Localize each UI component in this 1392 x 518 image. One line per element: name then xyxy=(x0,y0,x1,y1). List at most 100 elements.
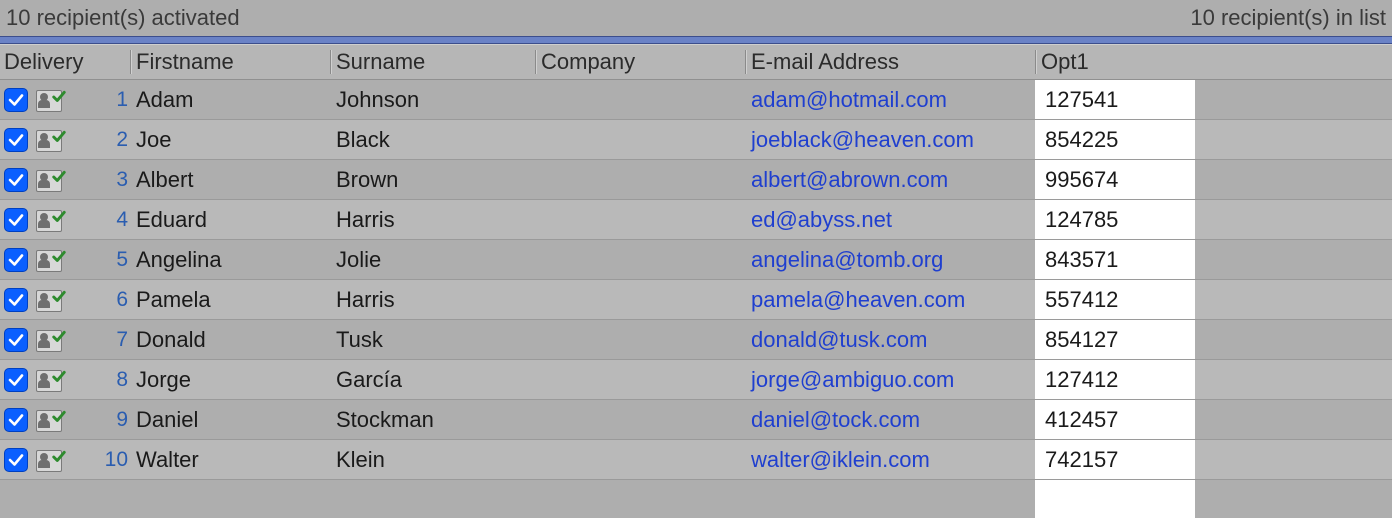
table-row[interactable]: 5AngelinaJolieangelina@tomb.org843571 xyxy=(0,240,1392,280)
table-footer-fill xyxy=(0,480,1392,518)
cell-firstname: Donald xyxy=(130,327,330,353)
cell-surname-text: García xyxy=(336,367,402,392)
cell-opt1: 843571 xyxy=(1035,240,1195,279)
cell-surname: García xyxy=(330,367,535,393)
cell-firstname-text: Joe xyxy=(136,127,171,152)
status-inlist: 10 recipient(s) in list xyxy=(1190,5,1386,31)
column-separator[interactable] xyxy=(745,50,747,74)
email-link[interactable]: pamela@heaven.com xyxy=(751,287,965,312)
cell-surname: Jolie xyxy=(330,247,535,273)
cell-surname: Tusk xyxy=(330,327,535,353)
delivery-checkbox[interactable] xyxy=(4,448,28,472)
opt1-value: 843571 xyxy=(1045,247,1118,273)
opt1-value: 854225 xyxy=(1045,127,1118,153)
column-separator[interactable] xyxy=(1035,50,1037,74)
delivery-checkbox[interactable] xyxy=(4,168,28,192)
cell-opt1: 412457 xyxy=(1035,400,1195,439)
cell-firstname-text: Pamela xyxy=(136,287,211,312)
cell-delivery: 6 xyxy=(0,286,130,314)
table-row[interactable]: 3Albert Brown albert@abrown.com 995674 xyxy=(0,160,1392,200)
contact-card-icon xyxy=(36,366,64,394)
cell-surname-text: Stockman xyxy=(336,407,434,432)
delivery-checkbox[interactable] xyxy=(4,408,28,432)
header-email[interactable]: E-mail Address xyxy=(745,49,1035,75)
header-firstname[interactable]: Firstname xyxy=(130,49,330,75)
table-row[interactable]: 1Adam Johnson adam@hotmail.com 127541 xyxy=(0,80,1392,120)
email-link[interactable]: ed@abyss.net xyxy=(751,207,892,232)
cell-surname: Klein xyxy=(330,447,535,473)
delivery-checkbox[interactable] xyxy=(4,328,28,352)
contact-card-icon xyxy=(36,86,64,114)
cell-firstname-text: Eduard xyxy=(136,207,207,232)
cell-surname: Brown xyxy=(330,167,535,193)
opt1-value: 124785 xyxy=(1045,207,1118,233)
delivery-checkbox[interactable] xyxy=(4,208,28,232)
cell-delivery: 7 xyxy=(0,326,130,354)
table-row[interactable]: 9Daniel Stockman daniel@tock.com 412457 xyxy=(0,400,1392,440)
cell-opt1: 124785 xyxy=(1035,200,1195,239)
email-link[interactable]: angelina@tomb.org xyxy=(751,247,943,272)
header-opt1[interactable]: Opt1 xyxy=(1035,49,1195,75)
table-row[interactable]: 4Eduard Harris ed@abyss.net 124785 xyxy=(0,200,1392,240)
highlight-strip xyxy=(0,36,1392,44)
email-link[interactable]: daniel@tock.com xyxy=(751,407,920,432)
delivery-checkbox[interactable] xyxy=(4,128,28,152)
email-link[interactable]: albert@abrown.com xyxy=(751,167,948,192)
email-link[interactable]: donald@tusk.com xyxy=(751,327,927,352)
contact-card-icon xyxy=(36,206,64,234)
row-number: 1 xyxy=(98,88,130,112)
table-row[interactable]: 2Joe Black joeblack@heaven.com 854225 xyxy=(0,120,1392,160)
email-link[interactable]: joeblack@heaven.com xyxy=(751,127,974,152)
cell-delivery: 9 xyxy=(0,406,130,434)
table-row[interactable]: 10WalterKleinwalter@iklein.com742157 xyxy=(0,440,1392,480)
delivery-checkbox[interactable] xyxy=(4,248,28,272)
cell-surname-text: Johnson xyxy=(336,87,419,112)
email-link[interactable]: walter@iklein.com xyxy=(751,447,930,472)
cell-surname-text: Tusk xyxy=(336,327,383,352)
cell-delivery: 3 xyxy=(0,166,130,194)
table-row[interactable]: 8JorgeGarcíajorge@ambiguo.com127412 xyxy=(0,360,1392,400)
cell-firstname: Angelina xyxy=(130,247,330,273)
row-number: 10 xyxy=(98,448,130,472)
recipients-table: Delivery Firstname Surname Company E-mai… xyxy=(0,44,1392,518)
row-number: 9 xyxy=(98,408,130,432)
cell-firstname-text: Daniel xyxy=(136,407,198,432)
cell-surname-text: Brown xyxy=(336,167,398,192)
contact-card-icon xyxy=(36,446,64,474)
contact-card-icon xyxy=(36,286,64,314)
cell-delivery: 4 xyxy=(0,206,130,234)
row-number: 2 xyxy=(98,128,130,152)
delivery-checkbox[interactable] xyxy=(4,288,28,312)
opt1-value: 127541 xyxy=(1045,87,1118,113)
row-number: 7 xyxy=(98,328,130,352)
cell-opt1: 854127 xyxy=(1035,320,1195,359)
contact-card-icon xyxy=(36,246,64,274)
table-row[interactable]: 6PamelaHarrispamela@heaven.com557412 xyxy=(0,280,1392,320)
cell-firstname-text: Albert xyxy=(136,167,193,192)
cell-opt1: 995674 xyxy=(1035,160,1195,199)
cell-firstname-text: Adam xyxy=(136,87,193,112)
column-separator[interactable] xyxy=(535,50,537,74)
column-separator[interactable] xyxy=(330,50,332,74)
header-delivery[interactable]: Delivery xyxy=(0,49,130,75)
cell-surname: Johnson xyxy=(330,87,535,113)
cell-firstname: Eduard xyxy=(130,207,330,233)
delivery-checkbox[interactable] xyxy=(4,88,28,112)
cell-firstname: Albert xyxy=(130,167,330,193)
email-link[interactable]: adam@hotmail.com xyxy=(751,87,947,112)
cell-surname-text: Klein xyxy=(336,447,385,472)
cell-surname-text: Black xyxy=(336,127,390,152)
column-separator[interactable] xyxy=(130,50,132,74)
cell-opt1: 557412 xyxy=(1035,280,1195,319)
delivery-checkbox[interactable] xyxy=(4,368,28,392)
header-surname[interactable]: Surname xyxy=(330,49,535,75)
table-row[interactable]: 7DonaldTusk donald@tusk.com 854127 xyxy=(0,320,1392,360)
row-number: 4 xyxy=(98,208,130,232)
opt1-value: 557412 xyxy=(1045,287,1118,313)
cell-surname-text: Harris xyxy=(336,207,395,232)
header-company[interactable]: Company xyxy=(535,49,745,75)
cell-delivery: 2 xyxy=(0,126,130,154)
row-number: 3 xyxy=(98,168,130,192)
email-link[interactable]: jorge@ambiguo.com xyxy=(751,367,954,392)
cell-opt1: 742157 xyxy=(1035,440,1195,479)
